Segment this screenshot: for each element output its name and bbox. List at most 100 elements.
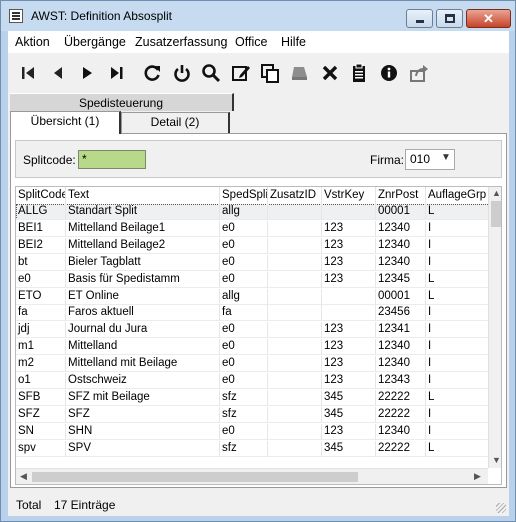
scroll-right-icon[interactable]: ▶ bbox=[474, 471, 481, 482]
scroll-down-icon[interactable]: ▼ bbox=[492, 455, 501, 465]
vertical-scroll-thumb[interactable] bbox=[491, 201, 501, 227]
info-icon bbox=[381, 65, 397, 81]
splitcode-label: Splitcode: bbox=[23, 153, 76, 167]
table-row[interactable]: ALLG Standart Split allg 00001 L bbox=[16, 204, 490, 220]
table-row[interactable]: spv SPV sfz 345 22222 L bbox=[16, 440, 490, 457]
resize-grip[interactable] bbox=[496, 503, 506, 513]
table-cell: fa bbox=[220, 305, 268, 322]
column-header[interactable]: Text bbox=[66, 187, 220, 204]
edit-button[interactable] bbox=[230, 62, 252, 84]
table-cell bbox=[268, 339, 322, 356]
maximize-button[interactable] bbox=[436, 9, 463, 28]
table-row[interactable]: SFZ SFZ sfz 345 22222 I bbox=[16, 406, 490, 423]
close-button[interactable]: ✕ bbox=[466, 9, 511, 28]
table-row[interactable]: o1 Ostschweiz e0 123 12343 I bbox=[16, 373, 490, 389]
table-row[interactable]: SN SHN e0 123 12340 I bbox=[16, 423, 490, 440]
tab-spedisteuerung[interactable]: Spedisteuerung bbox=[10, 93, 234, 111]
table-cell: SFZ bbox=[66, 406, 220, 423]
column-header[interactable]: SpedSplit bbox=[220, 187, 268, 204]
power-icon bbox=[174, 65, 190, 82]
column-header[interactable]: AuflageGrp bbox=[426, 187, 490, 204]
export-button[interactable] bbox=[408, 62, 430, 84]
previous-record-button[interactable] bbox=[47, 62, 69, 84]
table-cell: 22222 bbox=[376, 440, 426, 457]
firma-label: Firma: bbox=[370, 153, 404, 167]
table-row[interactable]: SFB SFZ mit Beilage sfz 345 22222 L bbox=[16, 389, 490, 406]
table-cell: 12345 bbox=[376, 271, 426, 288]
stack-button[interactable] bbox=[289, 62, 311, 84]
copy-button[interactable] bbox=[259, 62, 281, 84]
column-header[interactable]: ZusatzID bbox=[268, 187, 322, 204]
scroll-left-icon[interactable]: ◀ bbox=[20, 471, 27, 482]
scroll-up-icon[interactable]: ▲ bbox=[492, 188, 501, 198]
menu-aktion[interactable]: Aktion bbox=[15, 35, 50, 49]
menu-zusatzerfassung[interactable]: Zusatzerfassung bbox=[135, 35, 227, 49]
menu-uebergaenge[interactable]: Übergänge bbox=[64, 35, 126, 49]
table-cell bbox=[268, 204, 322, 220]
table-row[interactable]: BEI2 Mittelland Beilage2 e0 123 12340 I bbox=[16, 237, 490, 254]
table-cell: allg bbox=[220, 204, 268, 220]
table-row[interactable]: BEI1 Mittelland Beilage1 e0 123 12340 I bbox=[16, 220, 490, 237]
clipboard-icon bbox=[353, 63, 365, 82]
menu-hilfe[interactable]: Hilfe bbox=[281, 35, 306, 49]
horizontal-scrollbar[interactable]: ◀ ▶ bbox=[16, 468, 488, 484]
first-record-button[interactable] bbox=[17, 62, 39, 84]
column-header[interactable]: SplitCode bbox=[16, 187, 66, 204]
table-cell: sfz bbox=[220, 389, 268, 406]
table-cell: 22222 bbox=[376, 406, 426, 423]
splitcode-input[interactable]: * bbox=[78, 150, 146, 169]
table-cell: Bieler Tagblatt bbox=[66, 254, 220, 271]
table-row[interactable]: e0 Basis für Spedistamm e0 123 12345 L bbox=[16, 271, 490, 288]
menu-bar: Aktion Übergänge Zusatzerfassung Office … bbox=[8, 31, 509, 53]
table-cell: 12340 bbox=[376, 220, 426, 237]
table-cell bbox=[322, 204, 376, 220]
clipboard-button[interactable] bbox=[348, 62, 370, 84]
title-bar[interactable]: AWST: Definition Absosplit ✕ bbox=[1, 1, 515, 31]
column-header[interactable]: ZnrPost bbox=[376, 187, 426, 204]
close-icon: ✕ bbox=[483, 11, 494, 26]
table-cell: Standart Split bbox=[66, 204, 220, 220]
table-cell: 123 bbox=[322, 339, 376, 356]
table-row[interactable]: m2 Mittelland mit Beilage e0 123 12340 I bbox=[16, 356, 490, 373]
table-cell: I bbox=[426, 423, 490, 440]
table-row[interactable]: bt Bieler Tagblatt e0 123 12340 I bbox=[16, 254, 490, 271]
refresh-icon bbox=[144, 65, 160, 81]
next-record-button[interactable] bbox=[76, 62, 98, 84]
tab-uebersicht[interactable]: Übersicht (1) bbox=[10, 111, 121, 134]
minimize-icon bbox=[416, 20, 424, 23]
window-title: AWST: Definition Absosplit bbox=[31, 9, 172, 23]
delete-button[interactable] bbox=[319, 62, 341, 84]
status-total-label: Total bbox=[16, 498, 42, 512]
column-header[interactable]: VstrKey bbox=[322, 187, 376, 204]
table-cell: 123 bbox=[322, 356, 376, 373]
table-cell: allg bbox=[220, 288, 268, 305]
table-cell: SFZ mit Beilage bbox=[66, 389, 220, 406]
maximize-icon bbox=[445, 14, 455, 23]
table-cell: Mittelland bbox=[66, 339, 220, 356]
table-row[interactable]: m1 Mittelland e0 123 12340 I bbox=[16, 339, 490, 356]
table-cell: e0 bbox=[16, 271, 66, 288]
tab-detail[interactable]: Detail (2) bbox=[121, 112, 230, 133]
table-row[interactable]: jdj Journal du Jura e0 123 12341 I bbox=[16, 322, 490, 339]
table-cell: bt bbox=[16, 254, 66, 271]
last-record-button[interactable] bbox=[106, 62, 128, 84]
table-row[interactable]: fa Faros aktuell fa 23456 I bbox=[16, 305, 490, 322]
search-button[interactable] bbox=[200, 62, 222, 84]
vertical-scrollbar[interactable]: ▲ ▼ bbox=[488, 187, 501, 468]
refresh-button[interactable] bbox=[141, 62, 163, 84]
horizontal-scroll-thumb[interactable] bbox=[32, 472, 358, 482]
minimize-button[interactable] bbox=[406, 9, 433, 28]
table-cell bbox=[268, 220, 322, 237]
firma-select[interactable]: 010 ▼ bbox=[405, 149, 455, 170]
table-row[interactable]: ETO ET Online allg 00001 L bbox=[16, 288, 490, 305]
power-button[interactable] bbox=[171, 62, 193, 84]
table-cell: e0 bbox=[220, 254, 268, 271]
table-cell: e0 bbox=[220, 373, 268, 389]
stack-icon bbox=[292, 67, 307, 80]
table-cell bbox=[268, 373, 322, 389]
menu-office[interactable]: Office bbox=[235, 35, 267, 49]
table-cell: SFB bbox=[16, 389, 66, 406]
table-cell: Mittelland Beilage2 bbox=[66, 237, 220, 254]
table-cell: 12340 bbox=[376, 356, 426, 373]
info-button[interactable] bbox=[378, 62, 400, 84]
